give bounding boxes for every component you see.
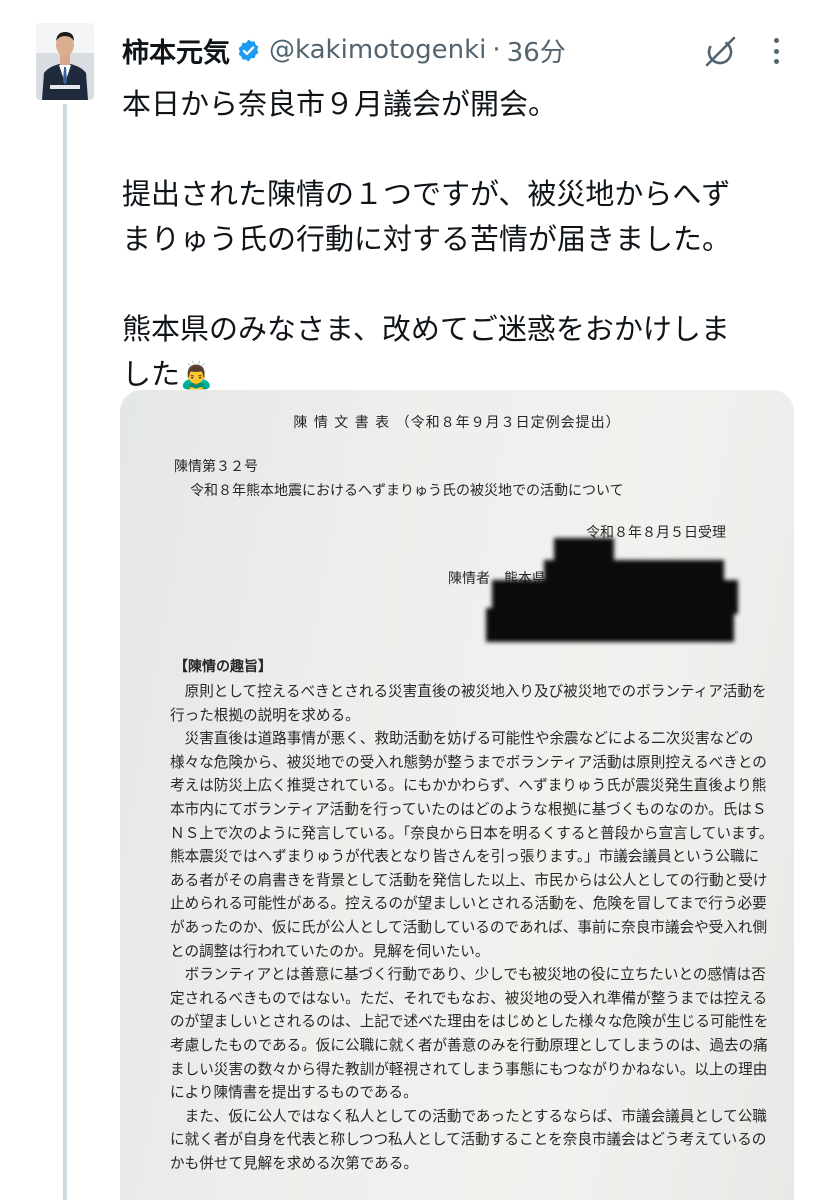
verified-badge-icon — [236, 38, 261, 63]
petition-body: 原則として控えるべきとされる災害直後の被災地入り及び被災地でのボランティア活動を… — [170, 680, 770, 1175]
document-title: 陳 情 文 書 表 （令和８年９月３日定例会提出） — [293, 415, 621, 431]
grok-icon[interactable] — [700, 30, 742, 72]
body-line: ましい災害の数々から得た教訓が軽視されてしまう事態にもつながりかねない。以上の理… — [170, 1060, 768, 1078]
tweet-line-text: した — [122, 357, 181, 391]
body-line: 原則として控えるべきとされる災害直後の被災地入り及び被災地でのボランティア活動を — [170, 683, 767, 700]
redaction-block — [486, 608, 734, 642]
petition-number: 陳情第３２号 — [174, 459, 258, 475]
body-line: ＮＳ上で次のように発言している。「奈良から日本を明るくすると普段から宣言していま… — [170, 824, 770, 842]
petition-purpose-heading: 【陳情の趣旨】 — [174, 659, 272, 675]
body-line: に就く者が自身を代表と称しつつ私人として活動することを奈良市議会はどう考えている… — [170, 1131, 767, 1149]
tweet-line: 提出された陳情の１つですが、被災地からへず — [122, 177, 731, 211]
body-line: 様々な危険から、被災地での受入れ態勢が整うまでボランティア活動は原則控えるべきと… — [170, 753, 767, 771]
petition-subject: 令和８年熊本地震におけるへずまりゅう氏の被災地での活動について — [190, 483, 624, 499]
tweet-line: 熊本県のみなさま、改めてご迷惑をおかけしま — [122, 312, 730, 346]
body-line: により陳情書を提出するものである。 — [170, 1084, 418, 1102]
body-line: との調整は行われていたのか。見解を伺いたい。 — [170, 942, 490, 960]
display-name[interactable]: 柿本元気 — [122, 31, 230, 70]
body-line: 熊本震災ではへずまりゅうが代表となり皆さんを引っ張ります。」市議会議員という公職… — [170, 848, 760, 866]
attached-document-image[interactable]: 陳 情 文 書 表 （令和８年９月３日定例会提出） 陳情第３２号 令和８年熊本地… — [120, 390, 794, 1200]
more-dot — [773, 59, 779, 64]
body-line: かも併せて見解を求める次第である。 — [170, 1154, 418, 1172]
avatar[interactable] — [36, 23, 94, 100]
body-line: 定されるべきものではない。ただ、それでもなお、被災地の受入れ準備が整うまでは控え… — [170, 989, 768, 1007]
thread-line — [63, 104, 67, 1200]
tweet-header: 柿本元気 @kakimotogenki · 36分 — [122, 30, 566, 70]
body-line: 災害直後は道路事情が悪く、救助活動を妨げる可能性や余震などによる二次災害などの — [170, 730, 754, 748]
more-options-icon[interactable] — [764, 34, 788, 68]
more-dot — [773, 48, 779, 54]
body-line: 考えは防災上広く推奨されている。にもかかわらず、へずまりゅう氏が震災発生直後より… — [170, 777, 767, 795]
body-line: ボランティアとは善意に基づく行動であり、少しでも被災地の役に立ちたいとの感情は否 — [170, 966, 766, 984]
body-line: があったのか、仮に氏が公人として活動しているのであれば、事前に奈良市議会や受入れ… — [170, 918, 768, 936]
body-line: 考慮したものである。仮に公職に就く者が善意のみを行動原理としてしまうのは、過去の… — [170, 1036, 768, 1054]
body-line: また、仮に公人ではなく私人としての活動であったとするならば、市議会議員として公職 — [170, 1107, 767, 1125]
body-line: ある者がその肩書きを背景として活動を発信した以上、市民からは公人としての行動と受… — [170, 871, 768, 889]
body-line: 止められる可能性がある。控えるのが望ましいとされる活動を、危険を冒してまで行う必… — [170, 895, 767, 913]
bowing-person-emoji-icon: 🙇‍♂️ — [180, 361, 213, 391]
more-dot — [773, 38, 779, 43]
handle[interactable]: @kakimotogenki — [269, 35, 486, 65]
body-line: 行った根拠の説明を求める。 — [170, 706, 360, 724]
tweet-text: 本日から奈良市９月議会が開会。 提出された陳情の１つですが、被災地からへず まり… — [122, 82, 794, 399]
separator-dot: · — [492, 35, 501, 65]
tweet-line: 本日から奈良市９月議会が開会。 — [122, 87, 558, 121]
tweet-line: まりゅう氏の行動に対する苦情が届きました。 — [122, 222, 732, 256]
body-line: 本市内にてボランティア活動を行っていたのはどのような根拠に基づくものなのか。氏は… — [170, 800, 767, 818]
body-line: のが望ましいとされるのは、上記で述べた理由をはじめとした様々な危険が生じる可能性… — [170, 1013, 769, 1031]
timestamp[interactable]: 36分 — [507, 32, 566, 69]
